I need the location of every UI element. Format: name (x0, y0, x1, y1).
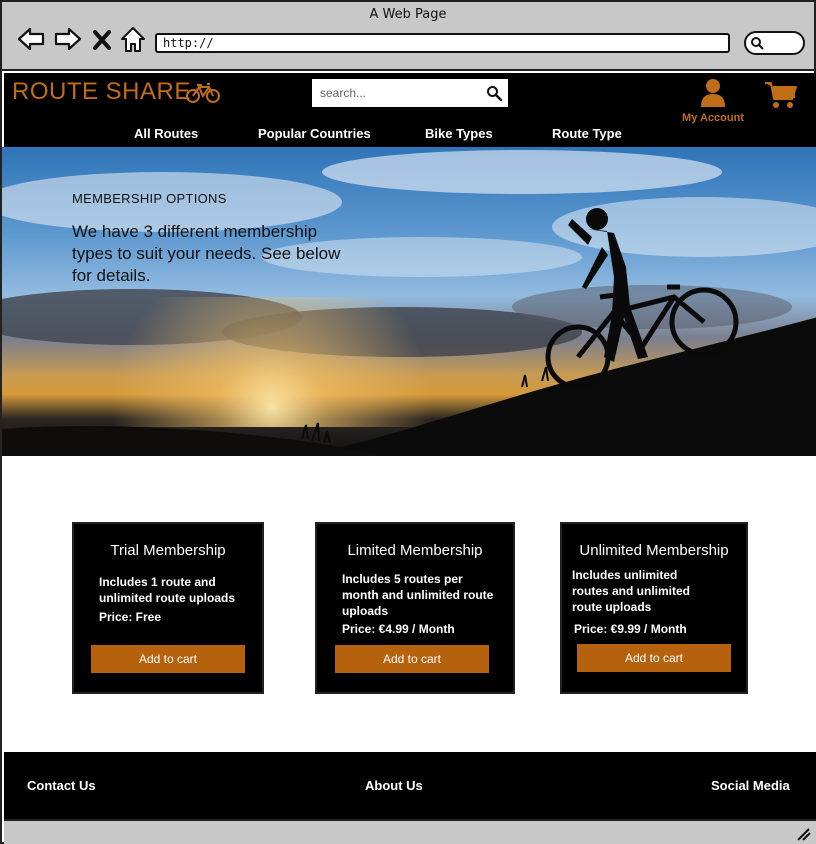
add-to-cart-button[interactable]: Add to cart (577, 644, 731, 672)
browser-toolbar: A Web Page http:// (2, 2, 814, 71)
add-to-cart-button[interactable]: Add to cart (91, 645, 245, 673)
site-footer: Contact Us About Us Social Media (4, 752, 816, 819)
footer-contact-link[interactable]: Contact Us (27, 778, 96, 793)
add-to-cart-button[interactable]: Add to cart (335, 645, 489, 673)
card-title: Unlimited Membership (579, 542, 729, 559)
card-description: Includes 1 route and unlimited route upl… (99, 575, 236, 605)
site-search (312, 79, 508, 107)
card-title: Limited Membership (347, 542, 483, 559)
my-account-link[interactable]: My Account (676, 78, 750, 124)
home-icon[interactable] (118, 24, 148, 54)
membership-card-limited: Limited Membership Includes 5 routes per… (315, 522, 515, 694)
hero-banner: MEMBERSHIP OPTIONS We have 3 different m… (2, 147, 816, 456)
membership-card-unlimited: Unlimited Membership Includes unlimited … (560, 522, 748, 694)
address-bar[interactable]: http:// (155, 33, 730, 53)
footer-about-link[interactable]: About Us (365, 778, 423, 793)
search-icon (751, 37, 764, 50)
back-arrow-icon[interactable] (16, 24, 46, 54)
my-account-label: My Account (682, 112, 744, 124)
card-title: Trial Membership (110, 542, 226, 559)
footer-social-link[interactable]: Social Media (711, 778, 790, 793)
browser-window: A Web Page http:// ROUTE SHARE search...… (0, 0, 816, 844)
resize-grip-icon[interactable] (796, 827, 812, 841)
user-icon (701, 79, 725, 107)
nav-bike-types[interactable]: Bike Types (425, 126, 493, 141)
nav-all-routes[interactable]: All Routes (134, 126, 198, 141)
browser-status-bar (4, 819, 816, 844)
browser-search-box[interactable] (744, 31, 805, 55)
hero-text: We have 3 different membership types to … (72, 222, 341, 285)
nav-popular-countries[interactable]: Popular Countries (258, 126, 371, 141)
search-input[interactable] (312, 79, 472, 107)
main-nav: All Routes Popular Countries Bike Types … (4, 126, 816, 146)
search-icon[interactable] (486, 85, 502, 101)
card-price: Price: Free (99, 610, 162, 624)
card-description: Includes unlimited routes and unlimited … (572, 568, 691, 614)
nav-route-type[interactable]: Route Type (552, 126, 622, 141)
hero-eyebrow: MEMBERSHIP OPTIONS (72, 191, 227, 206)
card-price: Price: €4.99 / Month (342, 622, 455, 636)
cart-icon[interactable] (764, 80, 798, 110)
close-icon[interactable] (90, 24, 114, 54)
forward-arrow-icon[interactable] (53, 24, 83, 54)
card-description: Includes 5 routes per month and unlimite… (342, 572, 494, 618)
membership-card-trial: Trial Membership Includes 1 route and un… (72, 522, 264, 694)
membership-section: Trial Membership Includes 1 route and un… (2, 456, 816, 752)
site-header: ROUTE SHARE My Account All Routes Popu (4, 73, 816, 147)
bicycle-icon (186, 83, 220, 103)
site-logo[interactable]: ROUTE SHARE (12, 78, 191, 106)
window-title: A Web Page (369, 7, 447, 22)
card-price: Price: €9.99 / Month (574, 622, 687, 636)
